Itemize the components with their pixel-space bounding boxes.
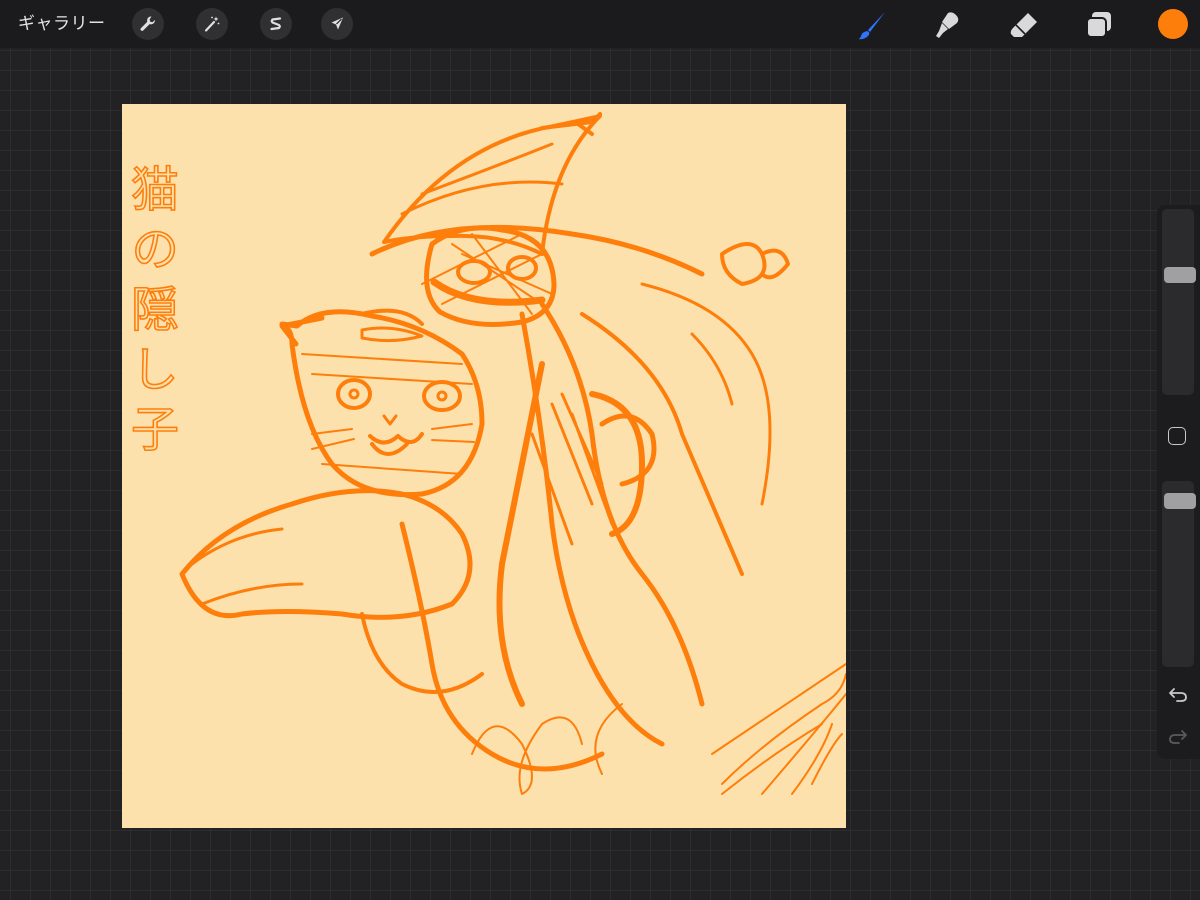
brush-sidebar bbox=[1157, 205, 1200, 759]
sketch-ribbon bbox=[720, 242, 790, 286]
redo-icon bbox=[1169, 730, 1187, 744]
actions-button[interactable] bbox=[132, 8, 164, 40]
brush-size-slider[interactable] bbox=[1162, 209, 1196, 395]
smudge-tool-button[interactable] bbox=[929, 8, 963, 42]
layers-button[interactable] bbox=[1082, 8, 1116, 42]
handwritten-text-column: 猫の隠し子 bbox=[122, 164, 178, 464]
sketch-bottom-scribble bbox=[471, 716, 583, 795]
smudge-icon bbox=[936, 12, 959, 38]
undo-button[interactable] bbox=[1166, 682, 1190, 706]
handwritten-vertical-text: 猫の隠し子 bbox=[122, 163, 179, 465]
top-toolbar: ギャラリー bbox=[0, 0, 1200, 48]
wrench-icon bbox=[140, 16, 155, 31]
paint-tool-button[interactable] bbox=[855, 8, 889, 42]
opacity-thumb[interactable] bbox=[1164, 493, 1196, 509]
sketch-cat-eye-right bbox=[422, 380, 462, 412]
gallery-button[interactable]: ギャラリー bbox=[18, 12, 106, 36]
sketch-cat-ear-left bbox=[279, 315, 325, 347]
redo-button[interactable] bbox=[1166, 724, 1190, 748]
drawing-canvas[interactable]: 猫の隠し子 bbox=[122, 104, 846, 828]
color-picker-button[interactable] bbox=[1158, 9, 1188, 39]
brush-size-thumb[interactable] bbox=[1164, 267, 1196, 283]
adjustments-button[interactable] bbox=[196, 8, 228, 40]
selection-button[interactable] bbox=[260, 8, 292, 40]
sketch-arm bbox=[179, 488, 473, 620]
undo-icon bbox=[1169, 688, 1187, 702]
eraser-icon bbox=[1010, 13, 1037, 37]
transform-arrow-icon bbox=[331, 17, 343, 30]
brush-icon bbox=[858, 12, 885, 40]
opacity-slider[interactable] bbox=[1162, 481, 1196, 667]
layers-icon bbox=[1086, 12, 1111, 38]
sketch-artwork: 猫の隠し子 bbox=[122, 112, 846, 795]
modify-square-icon[interactable] bbox=[1168, 427, 1186, 445]
sketch-hair-strands bbox=[539, 301, 705, 707]
sketch-cat-eye-left bbox=[336, 378, 372, 410]
sketch-cat-mouth bbox=[368, 432, 424, 456]
selection-s-icon bbox=[270, 17, 282, 31]
erase-tool-button[interactable] bbox=[1007, 8, 1041, 42]
sketch-cat-whiskers bbox=[311, 423, 475, 450]
magic-wand-icon bbox=[204, 16, 220, 32]
transform-button[interactable] bbox=[321, 8, 353, 40]
